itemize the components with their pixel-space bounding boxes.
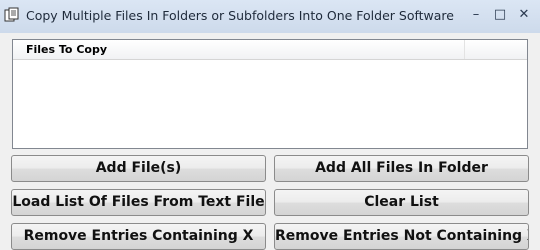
remove-entries-containing-button[interactable]: Remove Entries Containing X [11,223,266,250]
files-to-copy-list[interactable]: Files To Copy [12,39,528,149]
maximize-button[interactable]: □ [490,6,510,24]
minimize-button[interactable]: – [466,6,486,24]
app-icon[interactable] [4,7,20,23]
main-panel: Files To Copy Add File(s) Add All Files … [0,33,540,250]
load-list-from-text-file-button[interactable]: Load List Of Files From Text File [11,189,266,216]
add-all-files-in-folder-button[interactable]: Add All Files In Folder [274,155,529,182]
window-title: Copy Multiple Files In Folders or Subfol… [26,8,454,23]
column-header-files-to-copy[interactable]: Files To Copy [13,40,465,59]
column-header-label: Files To Copy [26,43,107,56]
column-header-extra[interactable] [465,40,527,59]
list-header: Files To Copy [13,40,527,60]
add-files-button[interactable]: Add File(s) [11,155,266,182]
remove-entries-not-containing-button[interactable]: Remove Entries Not Containing X [274,223,529,250]
clear-list-button[interactable]: Clear List [274,189,529,216]
close-button[interactable]: ✕ [514,6,534,24]
title-bar: Copy Multiple Files In Folders or Subfol… [0,0,540,33]
